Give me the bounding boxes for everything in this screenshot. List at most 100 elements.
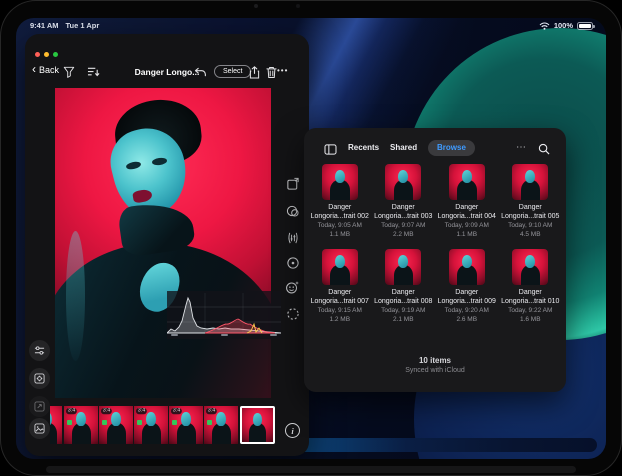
- file-thumbnail: [385, 164, 421, 200]
- file-item[interactable]: Danger Longoria...trait 009 Today, 9:20 …: [435, 249, 499, 324]
- aspect-ratio-badge: 3:4: [101, 408, 112, 414]
- tab-shared[interactable]: Shared: [390, 143, 417, 152]
- thumb-art: [242, 408, 273, 442]
- back-label: Back: [39, 65, 59, 75]
- histogram-tick-mid: [221, 334, 228, 336]
- close-window-button[interactable]: [35, 52, 40, 57]
- status-date: Tue 1 Apr: [65, 21, 99, 30]
- battery-icon: [577, 22, 593, 30]
- photo-rim-light: [66, 231, 85, 361]
- minimize-window-button[interactable]: [44, 52, 49, 57]
- aspect-ratio-badge: 3:4: [136, 408, 147, 414]
- tune-icon[interactable]: [284, 229, 301, 246]
- share-icon[interactable]: [246, 64, 262, 80]
- file-size: 1.1 MB: [435, 230, 499, 239]
- filmstrip-thumb[interactable]: [50, 406, 62, 444]
- file-time: Today, 9:20 AM: [435, 306, 499, 315]
- undo-icon[interactable]: [192, 64, 208, 80]
- file-size: 2.6 MB: [435, 315, 499, 324]
- file-time: Today, 9:09 AM: [435, 221, 499, 230]
- search-icon[interactable]: [536, 141, 552, 157]
- filmstrip: 3:4 3:4 3:4 3:4: [25, 406, 309, 444]
- file-name: Danger: [435, 288, 499, 297]
- tab-recents[interactable]: Recents: [348, 143, 379, 152]
- edited-indicator: [172, 420, 177, 425]
- filmstrip-thumb[interactable]: 3:4: [204, 406, 238, 444]
- edited-indicator: [207, 420, 212, 425]
- retouch-icon[interactable]: [284, 279, 301, 296]
- status-time: 9:41 AM: [30, 21, 58, 30]
- files-header: Recents Shared Browse ⋯: [304, 138, 566, 162]
- edited-indicator: [102, 420, 107, 425]
- file-name: Danger: [372, 288, 436, 297]
- file-name: Danger: [308, 288, 372, 297]
- histogram-chart: [167, 291, 281, 339]
- mask-icon[interactable]: [284, 305, 301, 322]
- filmstrip-thumb-selected[interactable]: [240, 406, 275, 444]
- aspect-ratio-badge: 3:4: [171, 408, 182, 414]
- file-thumbnail: [385, 249, 421, 285]
- editor-toolbar: ‹ Back Danger Longo... Select: [25, 62, 309, 84]
- file-thumbnail: [449, 164, 485, 200]
- filter-funnel-icon[interactable]: [61, 64, 77, 80]
- adjustments-icon[interactable]: [29, 340, 50, 361]
- sidebar-toggle-icon[interactable]: [322, 141, 338, 157]
- file-size: 1.6 MB: [499, 315, 563, 324]
- file-item[interactable]: Danger Longoria...trait 010 Today, 9:22 …: [499, 249, 563, 324]
- front-sensor-dot: [296, 4, 300, 8]
- zoom-window-button[interactable]: [53, 52, 58, 57]
- tab-browse[interactable]: Browse: [428, 140, 475, 156]
- vignette-icon[interactable]: [284, 254, 301, 271]
- file-size: 4.5 MB: [499, 230, 563, 239]
- file-item[interactable]: Danger Longoria...trait 008 Today, 9:19 …: [372, 249, 436, 324]
- files-browser-window: Recents Shared Browse ⋯ Danger Longoria.…: [304, 128, 566, 392]
- file-time: Today, 9:07 AM: [372, 221, 436, 230]
- filmstrip-thumb[interactable]: 3:4: [134, 406, 168, 444]
- battery-percent: 100%: [554, 21, 573, 30]
- photo-canvas: [55, 88, 271, 398]
- file-name: Danger: [499, 288, 563, 297]
- file-thumbnail: [512, 249, 548, 285]
- back-button[interactable]: ‹ Back: [32, 65, 59, 75]
- aspect-ratio-badge: 3:4: [206, 408, 217, 414]
- files-grid: Danger Longoria...trait 002 Today, 9:05 …: [308, 164, 562, 324]
- file-size: 2.1 MB: [372, 315, 436, 324]
- file-time: Today, 9:15 AM: [308, 306, 372, 315]
- aspect-ratio-badge: 3:4: [66, 408, 77, 414]
- file-item[interactable]: Danger Longoria...trait 007 Today, 9:15 …: [308, 249, 372, 324]
- filmstrip-thumb[interactable]: 3:4: [64, 406, 98, 444]
- file-item[interactable]: Danger Longoria...trait 004 Today, 9:09 …: [435, 164, 499, 239]
- file-thumbnail: [449, 249, 485, 285]
- filters-icon[interactable]: [284, 202, 301, 219]
- filmstrip-thumb[interactable]: 3:4: [99, 406, 133, 444]
- front-camera-dot: [254, 4, 258, 8]
- ipad-device: 9:41 AM Tue 1 Apr 100% ‹ Back: [0, 0, 622, 476]
- file-name: Danger: [435, 203, 499, 212]
- sync-status: Synced with iCloud: [304, 367, 566, 374]
- file-thumbnail: [322, 164, 358, 200]
- file-item[interactable]: Danger Longoria...trait 002 Today, 9:05 …: [308, 164, 372, 239]
- file-size: 1.1 MB: [308, 230, 372, 239]
- file-name: Danger: [308, 203, 372, 212]
- file-item[interactable]: Danger Longoria...trait 005 Today, 9:10 …: [499, 164, 563, 239]
- filmstrip-thumb[interactable]: 3:4: [169, 406, 203, 444]
- histogram-tick-right: [270, 334, 277, 336]
- file-item[interactable]: Danger Longoria...trait 003 Today, 9:07 …: [372, 164, 436, 239]
- gear-box-icon[interactable]: [29, 368, 50, 389]
- thumb-art: [50, 406, 62, 444]
- histogram-tick-left: [171, 334, 178, 336]
- photo-editor-window: ‹ Back Danger Longo... Select: [25, 34, 309, 456]
- files-footer: 10 items Synced with iCloud: [304, 356, 566, 374]
- device-base: [46, 466, 576, 473]
- more-options-button[interactable]: •••: [277, 66, 288, 75]
- edited-indicator: [67, 420, 72, 425]
- crop-icon[interactable]: [284, 175, 301, 192]
- window-controls: [35, 52, 58, 57]
- files-more-button[interactable]: ⋯: [516, 142, 527, 153]
- file-time: Today, 9:22 AM: [499, 306, 563, 315]
- edited-indicator: [137, 420, 142, 425]
- wifi-icon: [539, 22, 550, 30]
- file-name: Danger: [499, 203, 563, 212]
- file-time: Today, 9:19 AM: [372, 306, 436, 315]
- chevron-left-icon: ‹: [32, 65, 36, 74]
